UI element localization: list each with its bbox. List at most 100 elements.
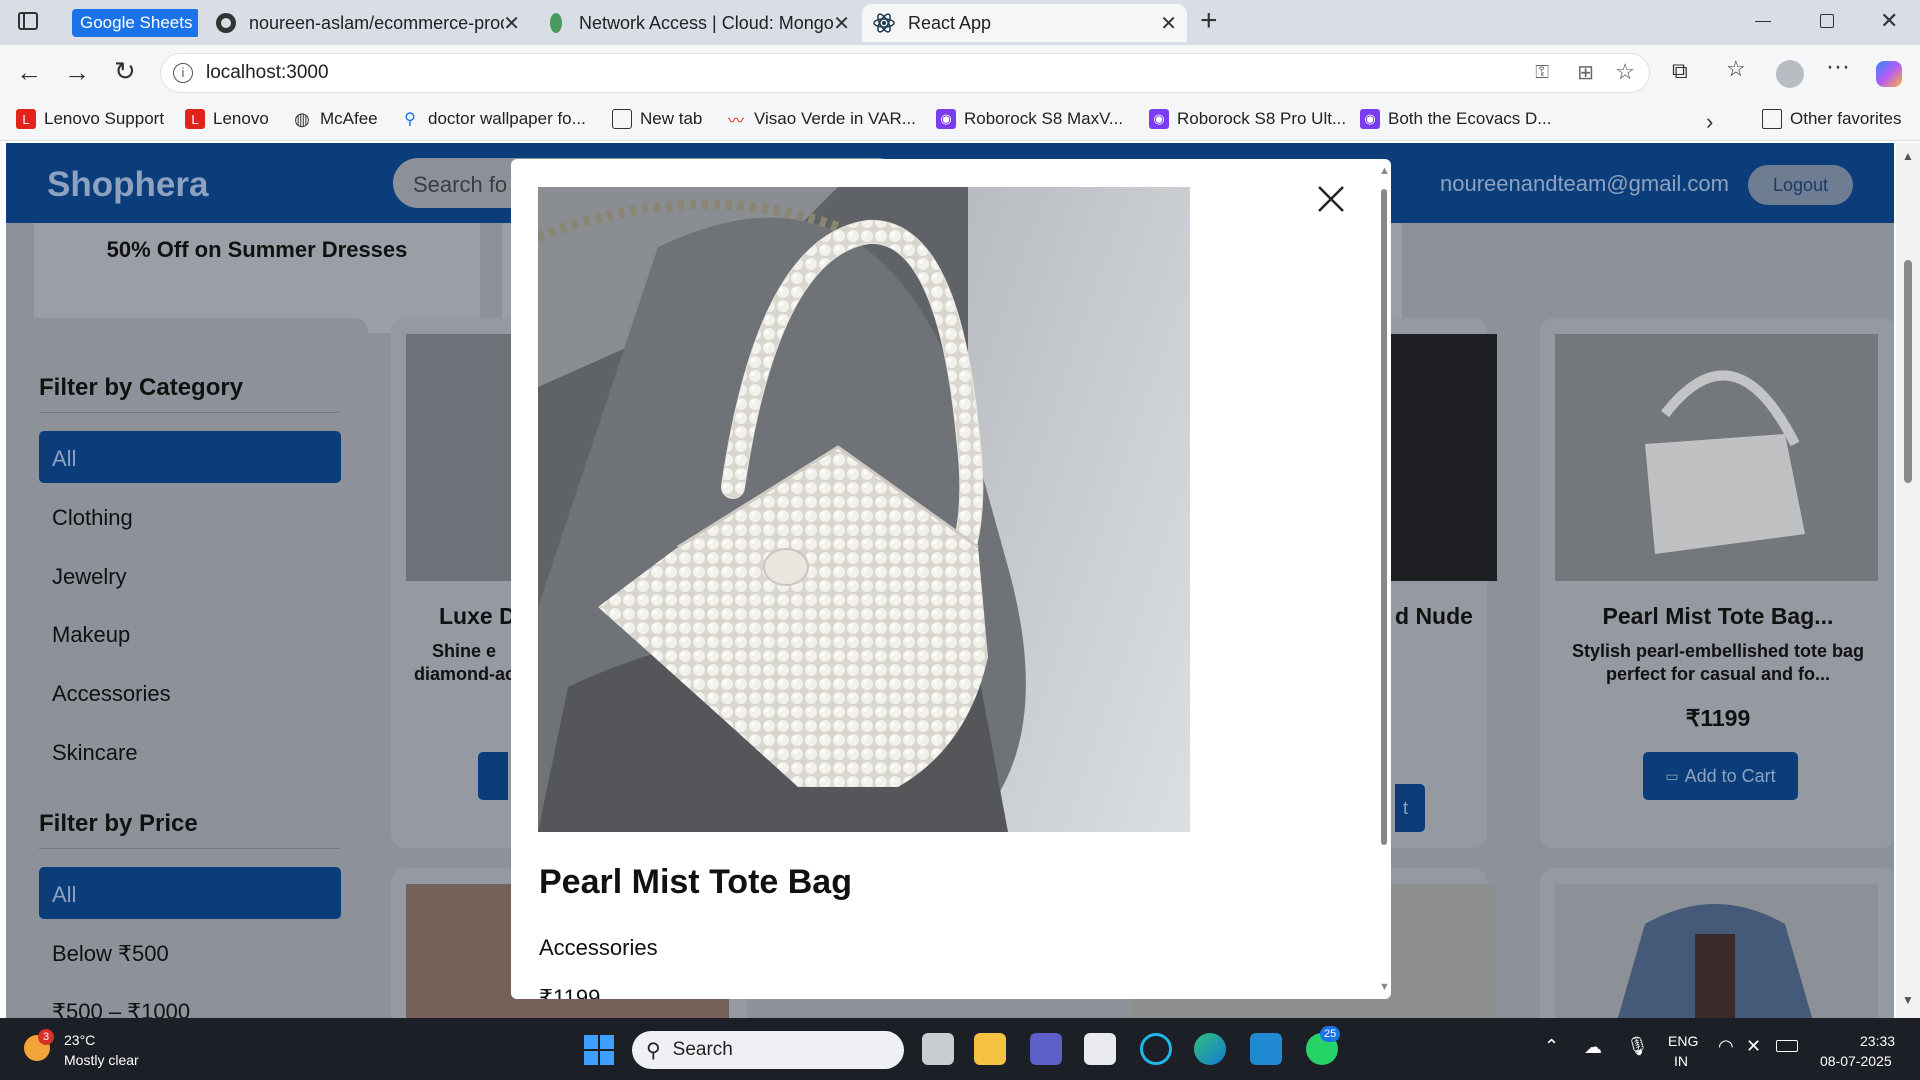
tab-github[interactable]: noureen-aslam/ecommerce-prod ✕ (205, 4, 530, 42)
price-filter-below-500[interactable]: Below ₹500 (39, 926, 341, 978)
file-explorer-icon[interactable] (974, 1033, 1006, 1065)
new-tab-button[interactable]: + (1200, 4, 1218, 38)
volume-mute-icon[interactable]: ✕ (1746, 1036, 1761, 1057)
close-window-button[interactable]: ✕ (1880, 8, 1898, 34)
product-image (1391, 334, 1497, 581)
scroll-thumb[interactable] (1904, 260, 1912, 483)
bookmark-item[interactable]: L Lenovo (185, 109, 269, 129)
restore-button[interactable] (1820, 14, 1834, 28)
profile-avatar[interactable] (1776, 60, 1804, 88)
wifi-icon[interactable]: ◠ (1718, 1036, 1734, 1057)
scroll-thumb[interactable] (1381, 189, 1387, 845)
minimize-button[interactable] (1755, 21, 1771, 22)
folder-icon (1762, 109, 1782, 129)
category-filter-makeup[interactable]: Makeup (39, 607, 341, 659)
price-filter-all[interactable]: All (39, 867, 341, 919)
page-scrollbar[interactable]: ▲ ▼ (1896, 143, 1920, 1018)
category-filter-skincare[interactable]: Skincare (39, 725, 341, 777)
close-modal-button[interactable] (1313, 181, 1349, 217)
teams-icon[interactable] (1030, 1033, 1062, 1065)
bookmark-item[interactable]: ⚲ doctor wallpaper fo... (400, 109, 586, 129)
favorites-icon[interactable]: ☆ (1726, 56, 1746, 82)
product-modal-image (538, 187, 1190, 832)
taskbar-search[interactable]: ⚲ Search (632, 1031, 904, 1069)
key-icon[interactable]: ⚿ (1535, 62, 1549, 83)
tab-google-sheets[interactable]: Google Sheets (62, 4, 198, 42)
add-to-cart-button[interactable] (478, 752, 508, 800)
task-view-icon[interactable] (922, 1033, 954, 1065)
mic-icon[interactable]: 🎙 (1626, 1036, 1649, 1057)
promo-banner[interactable]: 50% Off on Summer Dresses (34, 223, 480, 333)
clock-time[interactable]: 23:33 (1860, 1032, 1895, 1050)
bookmark-item[interactable]: ◉ Roborock S8 MaxV... (936, 109, 1123, 129)
back-icon[interactable]: ← (16, 57, 42, 88)
product-modal-price: ₹1199 (539, 985, 601, 999)
vscode-icon[interactable] (1250, 1033, 1282, 1065)
refresh-icon[interactable]: ↻ (114, 56, 136, 87)
add-to-cart-button[interactable]: ▭ Add to Cart (1643, 752, 1798, 800)
github-icon (216, 13, 236, 33)
category-filter-clothing[interactable]: Clothing (39, 490, 341, 542)
category-filter-accessories[interactable]: Accessories (39, 666, 341, 718)
language-region: IN (1674, 1053, 1688, 1069)
price-filter-500-1000[interactable]: ₹500 – ₹1000 (39, 984, 341, 1018)
tab-mongodb[interactable]: Network Access | Cloud: MongoD ✕ (535, 4, 860, 42)
scroll-down-arrow[interactable]: ▼ (1902, 993, 1914, 1007)
forward-icon[interactable]: → (64, 57, 90, 88)
edge-icon[interactable] (1194, 1033, 1226, 1065)
language-indicator[interactable]: ENG (1668, 1032, 1698, 1050)
apps-icon[interactable]: ⊞ (1577, 60, 1594, 85)
chevron-right-icon[interactable]: › (1706, 109, 1713, 135)
alexa-icon[interactable] (1140, 1033, 1172, 1065)
bookmark-item[interactable]: New tab (612, 109, 702, 129)
logout-button[interactable]: Logout (1748, 165, 1853, 205)
product-image (1555, 884, 1878, 1018)
start-button[interactable] (584, 1035, 614, 1065)
lenovo-icon: L (185, 109, 205, 129)
cart-icon: ▭ (1665, 767, 1679, 784)
close-icon[interactable]: ✕ (833, 11, 850, 36)
bookmark-item[interactable]: L Lenovo Support (16, 109, 164, 129)
promo-text: 50% Off on Summer Dresses (106, 237, 408, 262)
category-filter-jewelry[interactable]: Jewelry (39, 549, 341, 601)
add-to-cart-button[interactable]: t (1395, 784, 1425, 832)
scroll-down-arrow[interactable]: ▼ (1379, 981, 1390, 993)
close-icon[interactable]: ✕ (1160, 11, 1177, 36)
modal-scrollbar[interactable]: ▲ ▼ (1377, 159, 1391, 999)
bookmark-item[interactable]: ◉ Both the Ecovacs D... (1360, 109, 1551, 129)
bookmark-item[interactable]: ◉ Roborock S8 Pro Ult... (1149, 109, 1346, 129)
chevron-up-icon[interactable]: ⌃ (1544, 1036, 1559, 1057)
bookmark-item[interactable]: ◍ McAfee (292, 109, 378, 129)
product-modal-category: Accessories (539, 935, 658, 960)
battery-icon[interactable] (1776, 1040, 1798, 1052)
category-filter-all[interactable]: All (39, 431, 341, 483)
copilot-icon[interactable] (1876, 61, 1902, 87)
other-favorites[interactable]: Other favorites (1762, 109, 1902, 129)
whatsapp-badge: 25 (1320, 1026, 1341, 1042)
close-icon[interactable]: ✕ (503, 11, 520, 36)
taskbar: 3 23°C Mostly clear ⚲ Search 25 ⌃ ☁ 🎙 EN… (0, 1018, 1920, 1080)
more-icon[interactable]: ··· (1826, 53, 1850, 81)
bookmark-item[interactable]: 〰 Visao Verde in VAR... (726, 109, 916, 130)
scroll-up-arrow[interactable]: ▲ (1379, 165, 1390, 177)
site-info-icon[interactable]: i (173, 63, 193, 83)
extensions-icon[interactable]: ⧉ (1672, 58, 1688, 84)
product-card[interactable] (1540, 868, 1894, 1018)
visao-icon: 〰 (727, 113, 744, 130)
sidebar-toggle-icon[interactable] (18, 12, 38, 30)
clock-date[interactable]: 08-07-2025 (1820, 1052, 1892, 1070)
store-icon[interactable] (1084, 1033, 1116, 1065)
bookmarks-bar: L Lenovo Support L Lenovo ◍ McAfee ⚲ doctor … (0, 103, 1920, 141)
star-icon[interactable]: ☆ (1615, 59, 1635, 85)
product-card[interactable]: Pearl Mist Tote Bag... Stylish pearl-emb… (1540, 318, 1894, 848)
weather-widget[interactable]: 3 23°C Mostly clear (24, 1029, 184, 1071)
scroll-up-arrow[interactable]: ▲ (1902, 149, 1914, 163)
pearl-bag-thumbnail (1555, 334, 1878, 581)
product-modal: Pearl Mist Tote Bag Accessories ₹1199 ▲ … (511, 159, 1391, 999)
tab-react-app[interactable]: React App ✕ (862, 4, 1187, 42)
weather-desc: Mostly clear (64, 1052, 139, 1068)
brand-logo[interactable]: Shophera (47, 165, 208, 205)
cloud-icon[interactable]: ☁ (1584, 1037, 1602, 1058)
product-desc: Stylish pearl-embellished tote bag perfe… (1571, 641, 1865, 684)
url-field[interactable]: i localhost:3000 ⚿ ⊞ ☆ (160, 53, 1650, 93)
